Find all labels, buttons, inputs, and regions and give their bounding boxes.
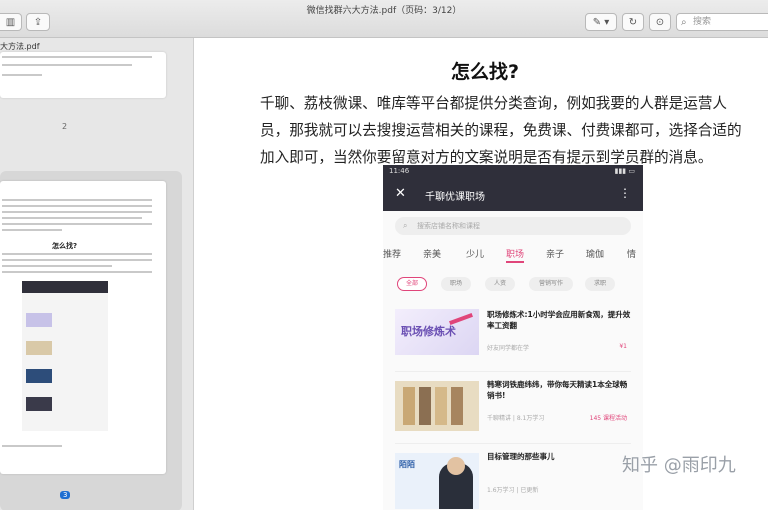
course-meta: 千聊精讲 | 8.1万学习 <box>487 415 545 422</box>
course-divider <box>395 371 631 372</box>
course-price: 145 课程活动 <box>589 415 627 422</box>
window-titlebar: ▥ ⇪ 微信找群六大方法.pdf（页码：3/12） ✎ ▾ ↻ ⊙ ⌕ 搜索 <box>0 0 768 38</box>
course-meta: 1.6万学习 | 已更新 <box>487 487 539 494</box>
category-tab: 情 <box>627 250 637 260</box>
phone-nav-title: 千聊优课职场 <box>425 192 485 203</box>
course-price: ¥1 <box>619 343 627 350</box>
phone-screenshot: 11:46 ▮▮▮ ▭ ✕ 千聊优课职场 ⋮ ⌕ 搜索店铺名称和课程 推荐 亲美… <box>383 165 643 510</box>
search-input[interactable]: ⌕ 搜索 <box>676 13 768 31</box>
filter-chip: 营销写作 <box>529 277 573 291</box>
search-placeholder: 搜索 <box>693 17 712 27</box>
zhihu-watermark: 知乎 @雨印九 <box>622 455 736 476</box>
markup-icon: ⊙ <box>655 16 665 28</box>
filter-chip: 求职 <box>585 277 615 291</box>
phone-status-bar: 11:46 ▮▮▮ ▭ <box>383 165 643 179</box>
course-title: 韩寒词铁鹿纬纬，带你每天精读1本全球畅销书! <box>487 380 628 400</box>
thumbnail-phone-image <box>22 281 108 431</box>
course-item: 韩寒词铁鹿纬纬，带你每天精读1本全球畅销书! 千聊精讲 | 8.1万学习 145… <box>395 375 631 437</box>
active-tab-underline <box>506 261 524 263</box>
share-icon: ⇪ <box>33 16 43 28</box>
filter-chip: 职场 <box>441 277 471 291</box>
course-meta: 好友同学都在学 <box>487 345 530 352</box>
search-icon: ⌕ <box>681 17 687 28</box>
markup-toolbar-button[interactable]: ⊙ <box>649 13 671 31</box>
category-tab: 少儿 <box>466 250 485 260</box>
phone-nav-bar: ✕ 千聊优课职场 ⋮ <box>383 179 643 211</box>
phone-search-bar: ⌕ 搜索店铺名称和课程 <box>395 217 631 235</box>
category-tab: 推荐 <box>383 250 402 260</box>
category-tab: 亲美 <box>423 250 442 260</box>
thumbnail-sidebar[interactable]: 大方法.pdf 2 怎么找? 3 <box>0 38 194 510</box>
rotate-button[interactable]: ↻ <box>622 13 644 31</box>
page-thumbnail-3[interactable]: 怎么找? <box>0 181 166 474</box>
phone-time: 11:46 <box>389 167 410 175</box>
page-number-3: 3 <box>60 491 71 499</box>
course-thumbnail-text: 陌陌 <box>399 460 415 469</box>
pen-icon: ✎ ▾ <box>592 16 610 28</box>
sidebar-file-label: 大方法.pdf <box>0 42 40 51</box>
course-thumbnail <box>395 381 479 431</box>
paragraph-line: 员，那我就可以去搜搜运营相关的课程，免费课、付费课都可，选择合适的 <box>260 122 742 139</box>
course-item: 职场修炼术 职场修炼术:1小时学会应用新食观，提升效率工资翻 好友同学都在学 ¥… <box>395 305 631 367</box>
filter-chip: 人资 <box>485 277 515 291</box>
course-thumbnail-text: 职场修炼术 <box>401 325 456 338</box>
course-divider <box>395 443 631 444</box>
page-thumbnail-2[interactable] <box>0 52 166 98</box>
course-title: 职场修炼术:1小时学会应用新食观，提升效率工资翻 <box>487 310 631 330</box>
rotate-icon: ↻ <box>628 16 638 28</box>
course-thumbnail: 职场修炼术 <box>395 309 479 355</box>
category-tab: 瑜伽 <box>586 250 605 260</box>
body-paragraph: 千聊、荔枝微课、唯库等平台都提供分类查询，例如我要的人群是运营人 员，那我就可以… <box>260 90 768 171</box>
paragraph-line: 千聊、荔枝微课、唯库等平台都提供分类查询，例如我要的人群是运营人 <box>260 95 728 112</box>
close-icon: ✕ <box>395 186 406 201</box>
thumbnail-heading: 怎么找? <box>52 242 78 250</box>
sidebar-icon: ▥ <box>5 16 16 28</box>
course-title: 目标管理的那些事儿 <box>487 452 555 461</box>
markup-pen-button[interactable]: ✎ ▾ <box>585 13 617 31</box>
page-heading: 怎么找? <box>450 61 520 83</box>
phone-search-icon: ⌕ <box>403 221 408 230</box>
signal-battery-icon: ▮▮▮ ▭ <box>614 167 635 175</box>
category-tab: 亲子 <box>546 250 565 260</box>
document-page: 怎么找? 千聊、荔枝微课、唯库等平台都提供分类查询，例如我要的人群是运营人 员，… <box>202 38 768 510</box>
page-number-2: 2 <box>62 122 68 131</box>
course-item: 陌陌 目标管理的那些事儿 1.6万学习 | 已更新 <box>395 447 631 509</box>
course-thumbnail: 陌陌 <box>395 453 479 509</box>
more-icon: ⋮ <box>619 186 631 200</box>
category-tab-active: 职场 <box>506 250 525 260</box>
phone-search-placeholder: 搜索店铺名称和课程 <box>417 222 480 230</box>
phone-filter-chips: 全部 职场 人资 营销写作 求职 <box>383 277 643 293</box>
filter-chip-active: 全部 <box>397 277 427 291</box>
